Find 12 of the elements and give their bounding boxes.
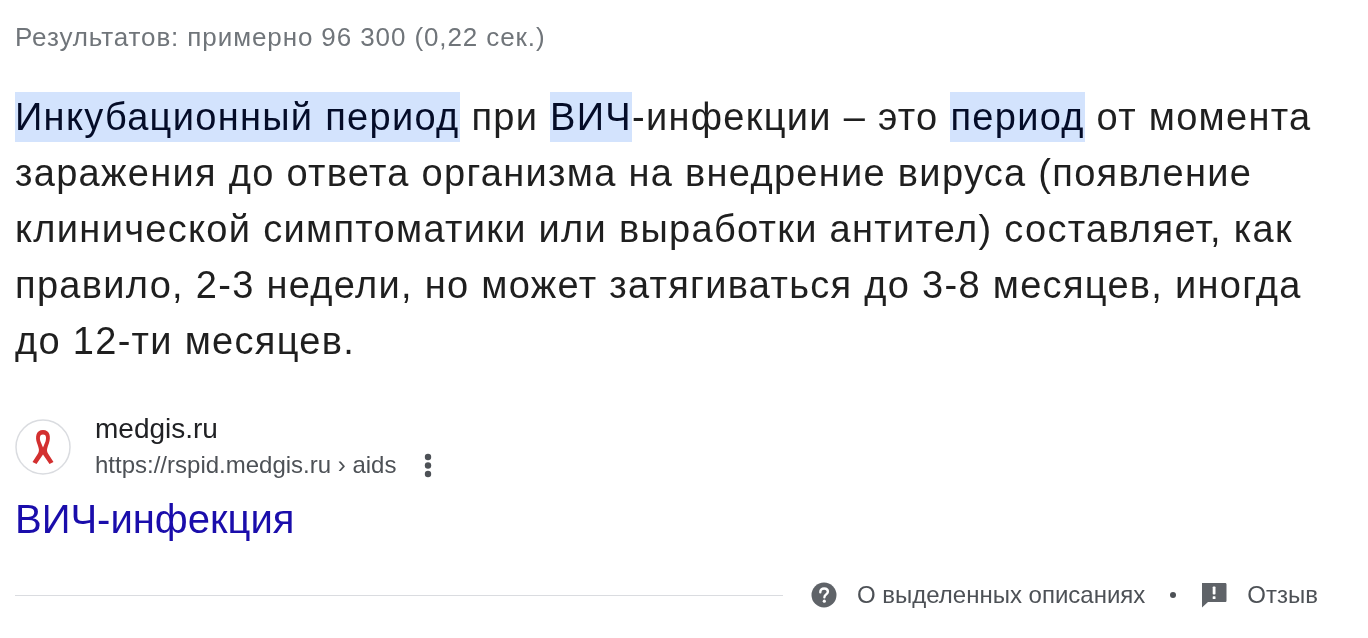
feedback-icon: [1201, 582, 1228, 608]
result-title-link[interactable]: ВИЧ-инфекция: [15, 495, 295, 543]
separator-dot-icon: [1170, 592, 1177, 598]
help-icon: [810, 582, 837, 608]
results-count-text: Результатов: примерно 96 300 (0,22 сек.): [15, 21, 547, 53]
site-name-text: medgis.ru: [95, 412, 219, 446]
feedback-link[interactable]: Отзыв: [1201, 579, 1318, 611]
snippet-text: Инкубационный период при ВИЧ-инфекции – это период от момента заражения до ответа организма на внедрение вируса (появление клинической симптоматики или выработки антител) составляет, как правило, 2-3 недели, но может затягиваться до 3-8 месяцев, иногда до 12-ти месяцев.: [15, 89, 1340, 369]
more-options-icon[interactable]: [424, 452, 433, 478]
url-breadcrumb-text: https://rspid.medgis.ru › aids: [95, 450, 397, 480]
about-snippets-link[interactable]: О выделенных описаниях: [810, 579, 1146, 611]
ribbon-icon: [15, 419, 71, 475]
